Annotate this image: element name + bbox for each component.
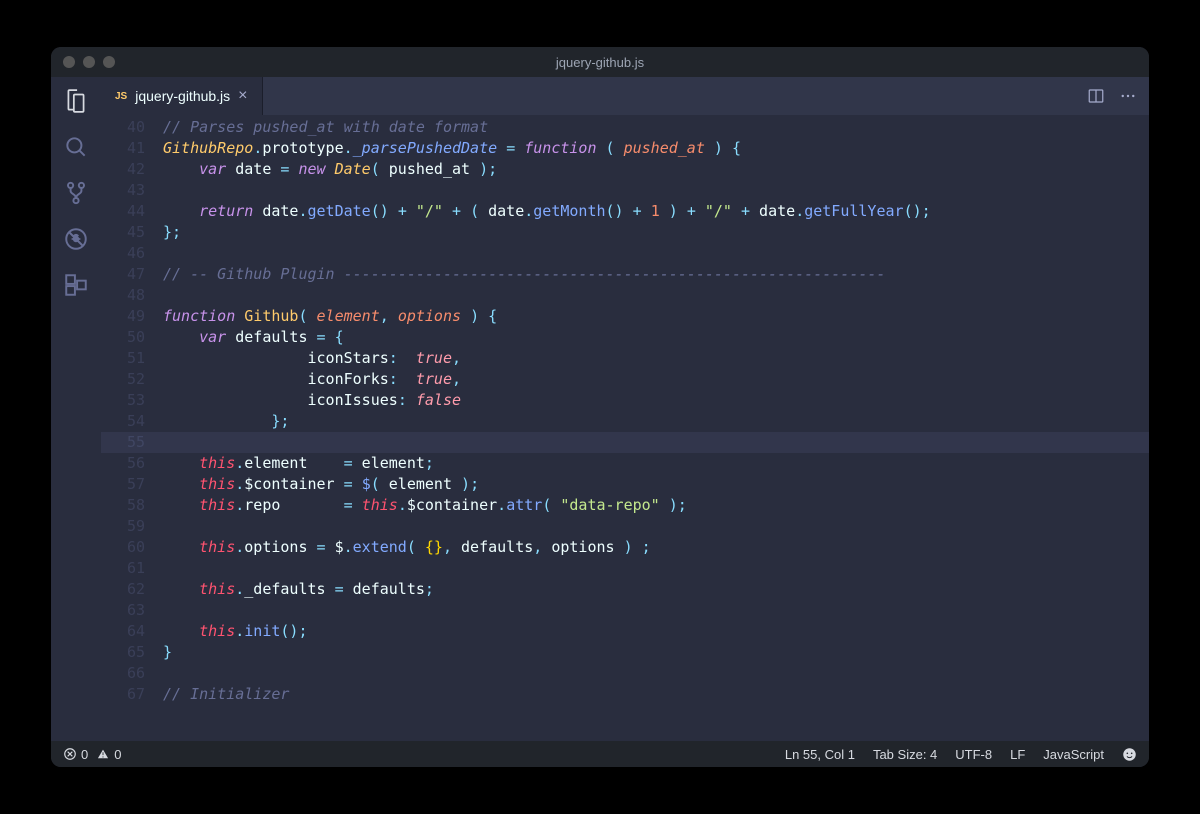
more-actions-icon[interactable] [1119, 87, 1137, 105]
line-number: 40 [101, 117, 145, 138]
line-number: 62 [101, 579, 145, 600]
source-control-icon[interactable] [62, 179, 90, 207]
code-line[interactable] [163, 600, 1149, 621]
encoding[interactable]: UTF-8 [955, 747, 992, 762]
errors-count[interactable]: 0 [63, 747, 88, 762]
code-line[interactable]: this._defaults = defaults; [163, 579, 1149, 600]
line-number: 45 [101, 222, 145, 243]
code-line[interactable]: iconIssues: false [163, 390, 1149, 411]
code-line[interactable] [163, 243, 1149, 264]
tab-jquery-github[interactable]: JS jquery-github.js × [101, 77, 263, 115]
editor-area: JS jquery-github.js × 404142434445464748… [101, 77, 1149, 741]
eol[interactable]: LF [1010, 747, 1025, 762]
code-line[interactable]: this.element = element; [163, 453, 1149, 474]
code-line[interactable]: var date = new Date( pushed_at ); [163, 159, 1149, 180]
debug-icon[interactable] [62, 225, 90, 253]
line-number: 44 [101, 201, 145, 222]
code-line[interactable]: return date.getDate() + "/" + ( date.get… [163, 201, 1149, 222]
language-mode[interactable]: JavaScript [1043, 747, 1104, 762]
status-bar: 0 0 Ln 55, Col 1 Tab Size: 4 UTF-8 LF Ja… [51, 741, 1149, 767]
code-line[interactable] [163, 663, 1149, 684]
line-number: 54 [101, 411, 145, 432]
split-editor-icon[interactable] [1087, 87, 1105, 105]
line-number: 46 [101, 243, 145, 264]
cursor-position[interactable]: Ln 55, Col 1 [785, 747, 855, 762]
code-line[interactable]: GithubRepo.prototype._parsePushedDate = … [163, 138, 1149, 159]
line-number-gutter: 4041424344454647484950515253545556575859… [101, 115, 163, 741]
indentation[interactable]: Tab Size: 4 [873, 747, 937, 762]
editor-window: jquery-github.js JS jquery [51, 47, 1149, 767]
line-number: 65 [101, 642, 145, 663]
code-line[interactable]: this.options = $.extend( {}, defaults, o… [163, 537, 1149, 558]
code-line[interactable]: this.init(); [163, 621, 1149, 642]
search-icon[interactable] [62, 133, 90, 161]
code-line[interactable]: var defaults = { [163, 327, 1149, 348]
code-line[interactable] [163, 558, 1149, 579]
tab-filename: jquery-github.js [135, 88, 230, 104]
code-line[interactable]: } [163, 642, 1149, 663]
window-title: jquery-github.js [51, 55, 1149, 70]
line-number: 64 [101, 621, 145, 642]
code-line[interactable] [163, 285, 1149, 306]
code-line[interactable]: }; [163, 222, 1149, 243]
line-number: 42 [101, 159, 145, 180]
extensions-icon[interactable] [62, 271, 90, 299]
line-number: 66 [101, 663, 145, 684]
code-line[interactable]: this.$container = $( element ); [163, 474, 1149, 495]
line-number: 63 [101, 600, 145, 621]
code-line[interactable]: // -- Github Plugin --------------------… [163, 264, 1149, 285]
line-number: 60 [101, 537, 145, 558]
line-number: 58 [101, 495, 145, 516]
code-line[interactable] [163, 180, 1149, 201]
code-line[interactable]: function Github( element, options ) { [163, 306, 1149, 327]
code-line[interactable]: this.repo = this.$container.attr( "data-… [163, 495, 1149, 516]
code-line[interactable]: iconForks: true, [163, 369, 1149, 390]
tab-actions [1075, 77, 1149, 115]
code-line[interactable] [163, 432, 1149, 453]
line-number: 56 [101, 453, 145, 474]
line-number: 57 [101, 474, 145, 495]
line-number: 49 [101, 306, 145, 327]
code-line[interactable]: // Initializer [163, 684, 1149, 705]
line-number: 67 [101, 684, 145, 705]
code-body[interactable]: // Parses pushed_at with date formatGith… [163, 115, 1149, 741]
explorer-icon[interactable] [62, 87, 90, 115]
code-line[interactable] [163, 516, 1149, 537]
line-number: 52 [101, 369, 145, 390]
line-number: 61 [101, 558, 145, 579]
close-tab-icon[interactable]: × [238, 87, 247, 105]
js-file-icon: JS [115, 91, 127, 102]
line-number: 50 [101, 327, 145, 348]
line-number: 51 [101, 348, 145, 369]
code-editor[interactable]: 4041424344454647484950515253545556575859… [101, 115, 1149, 741]
code-line[interactable]: iconStars: true, [163, 348, 1149, 369]
line-number: 53 [101, 390, 145, 411]
line-number: 48 [101, 285, 145, 306]
tab-bar: JS jquery-github.js × [101, 77, 1149, 115]
warnings-count[interactable]: 0 [96, 747, 121, 762]
line-number: 47 [101, 264, 145, 285]
code-line[interactable]: }; [163, 411, 1149, 432]
line-number: 59 [101, 516, 145, 537]
titlebar: jquery-github.js [51, 47, 1149, 77]
main-area: JS jquery-github.js × 404142434445464748… [51, 77, 1149, 741]
code-line[interactable]: // Parses pushed_at with date format [163, 117, 1149, 138]
line-number: 43 [101, 180, 145, 201]
line-number: 41 [101, 138, 145, 159]
activity-bar [51, 77, 101, 741]
feedback-smiley-icon[interactable] [1122, 747, 1137, 762]
